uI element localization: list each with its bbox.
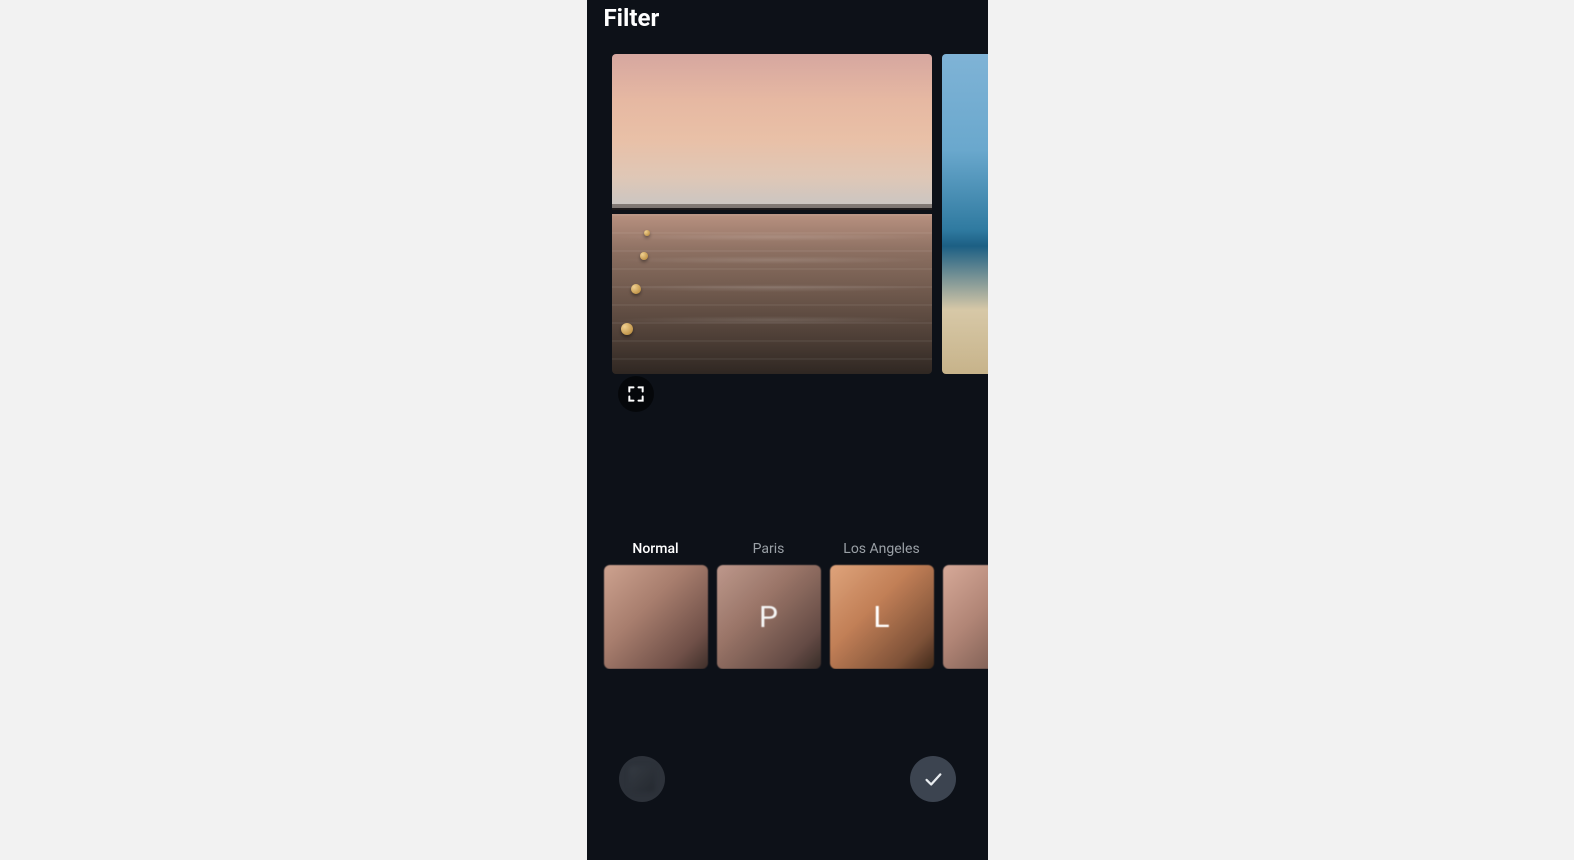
filter-option-paris[interactable]: Paris P	[717, 541, 821, 669]
filter-thumbnail: L	[830, 565, 934, 669]
filter-option-los-angeles[interactable]: Los Angeles L	[830, 541, 934, 669]
filter-thumbnail	[604, 565, 708, 669]
filter-option-next[interactable]: F	[943, 541, 988, 669]
filter-letter: P	[759, 600, 778, 635]
page-title: Filter	[604, 4, 971, 32]
filter-thumbnail: P	[717, 565, 821, 669]
filter-strip[interactable]: Normal Paris P Los Angeles L F	[587, 541, 988, 669]
filter-option-normal[interactable]: Normal	[604, 541, 708, 669]
filter-label: Paris	[753, 541, 785, 559]
filter-label: Los Angeles	[843, 541, 919, 559]
bottom-toolbar	[587, 756, 988, 802]
expand-icon	[626, 384, 646, 404]
header: Filter	[587, 0, 988, 44]
filter-letter: L	[873, 600, 889, 635]
preview-carousel[interactable]	[587, 44, 988, 374]
filter-label: Normal	[632, 541, 678, 559]
expand-button[interactable]	[618, 376, 654, 412]
cancel-button[interactable]	[619, 756, 665, 802]
filter-thumbnail	[943, 565, 988, 669]
preview-image-next[interactable]	[942, 54, 988, 374]
confirm-button[interactable]	[910, 756, 956, 802]
filter-editor-screen: Filter Normal Paris	[587, 0, 988, 860]
checkmark-icon	[922, 768, 944, 790]
preview-image-main[interactable]	[612, 54, 932, 374]
